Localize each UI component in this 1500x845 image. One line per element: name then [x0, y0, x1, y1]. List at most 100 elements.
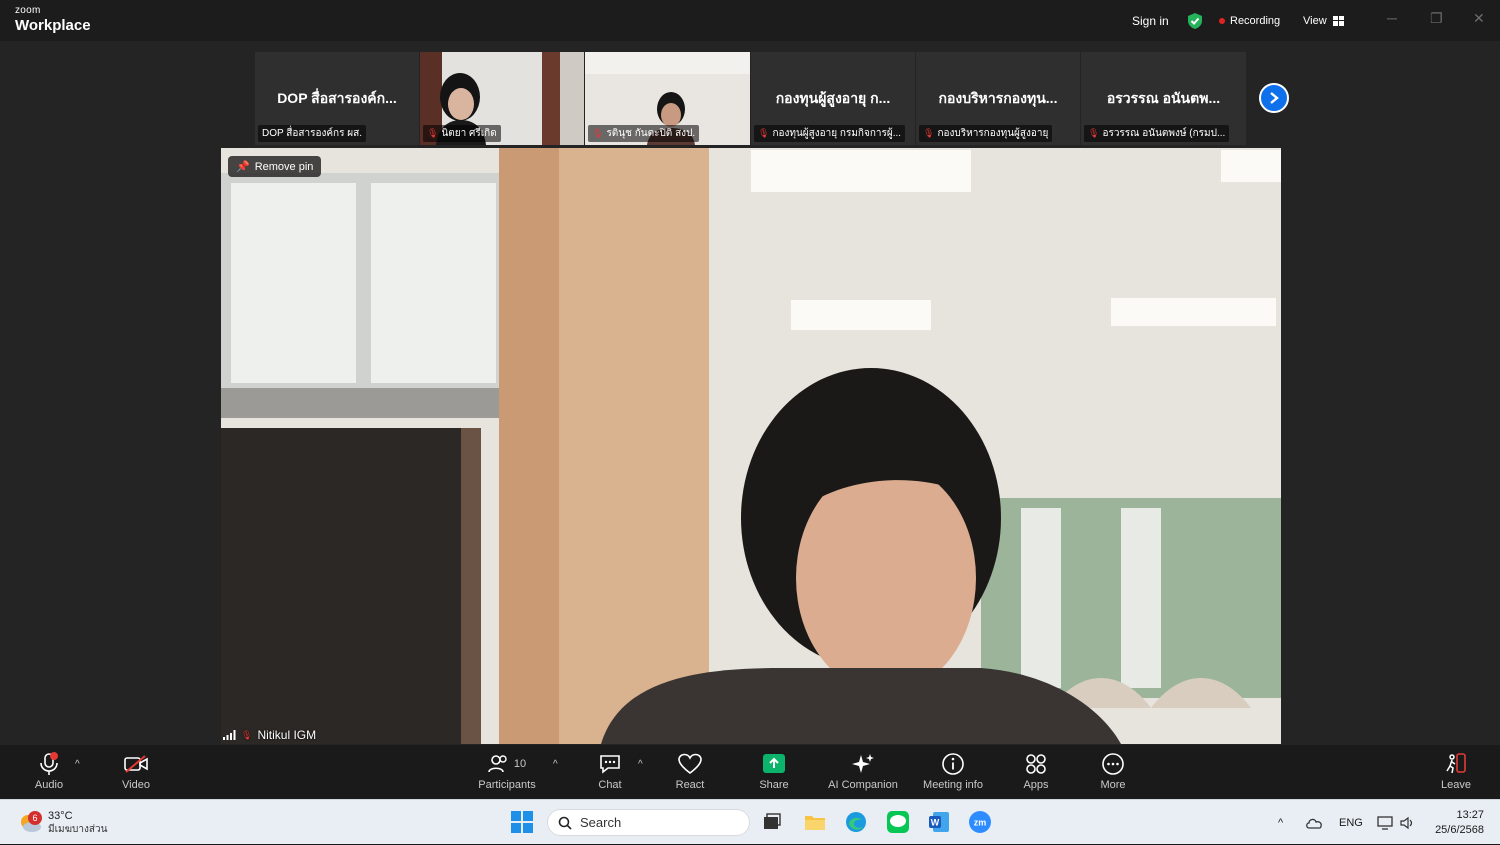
encryption-shield-icon[interactable] — [1186, 0, 1204, 41]
video-off-icon — [124, 755, 148, 773]
participants-count: 10 — [513, 758, 527, 770]
next-page-button[interactable] — [1259, 83, 1289, 113]
language-indicator[interactable]: ENG — [1339, 800, 1363, 845]
more-button[interactable]: More — [1078, 751, 1148, 791]
more-icon — [1102, 753, 1124, 775]
speaker-name-tag: 🎙 Nitikul IGM — [223, 728, 316, 742]
ai-companion-label: AI Companion — [828, 779, 898, 791]
participants-button[interactable]: 10 Participants — [472, 751, 542, 791]
thumbnail-name-label: 🎙 กองทุนผู้สูงอายุ กรมกิจการผู้... — [754, 125, 906, 142]
windows-start-icon[interactable] — [509, 809, 535, 835]
share-button[interactable]: Share — [739, 751, 809, 791]
temperature: 33°C — [48, 810, 73, 822]
logo-zoom-text: zoom — [15, 5, 41, 16]
main-video[interactable]: 📌 Remove pin 🎙 Nitikul IGM — [221, 148, 1281, 744]
participant-thumbnail[interactable]: 🎙 นิตยา ศรีเกิด — [420, 52, 584, 145]
audio-button[interactable]: Audio — [14, 751, 84, 791]
heart-icon — [678, 753, 702, 775]
react-label: React — [675, 779, 705, 791]
view-label: View — [1303, 14, 1327, 27]
weather-widget[interactable]: 6 33°C มีเมฆบางส่วน — [18, 806, 107, 837]
video-button[interactable]: Video — [101, 751, 171, 791]
participant-thumbnail[interactable]: 🎙 รตินุช กันตะปิติ สงป. — [585, 52, 750, 145]
title-bar: zoom Workplace Sign in Recording View ─ … — [0, 0, 1500, 41]
info-icon — [942, 753, 964, 775]
volume-icon[interactable] — [1400, 800, 1416, 845]
onedrive-sync-icon[interactable] — [1305, 800, 1323, 845]
share-screen-icon — [763, 754, 785, 773]
system-clock[interactable]: 13:27 25/6/2568 — [1428, 808, 1484, 838]
leave-button[interactable]: Leave — [1421, 751, 1491, 791]
share-label: Share — [759, 779, 789, 791]
grid-icon — [1332, 15, 1344, 26]
task-view-icon[interactable] — [759, 809, 785, 835]
meeting-toolbar: Audio ^ Video 10 Participants ^ Chat ^ R… — [0, 745, 1500, 799]
meeting-info-button[interactable]: Meeting info — [918, 751, 988, 791]
react-button[interactable]: React — [655, 751, 725, 791]
chat-button[interactable]: Chat — [575, 751, 645, 791]
mic-muted-icon: 🎙 — [592, 128, 604, 138]
remove-pin-label: Remove pin — [254, 160, 314, 173]
thumbnail-display-name: อรวรรณ อนันตพ... — [1106, 90, 1221, 106]
line-app-icon[interactable] — [885, 809, 911, 835]
weather-alert-badge: 6 — [28, 811, 42, 825]
restore-icon[interactable]: ❐ — [1430, 10, 1443, 27]
chat-options-caret-icon[interactable]: ^ — [638, 759, 643, 770]
participant-thumbnail[interactable]: กองบริหารกองทุน... 🎙 กองบริหารกองทุนผู้สู… — [916, 52, 1080, 145]
weather-description: มีเมฆบางส่วน — [48, 824, 108, 835]
search-placeholder: Search — [580, 815, 622, 830]
meeting-info-label: Meeting info — [923, 779, 983, 791]
participants-options-caret-icon[interactable]: ^ — [553, 759, 558, 770]
microphone-icon — [40, 752, 58, 775]
signal-strength-icon — [223, 730, 236, 740]
mic-muted-icon: 🎙 — [1088, 128, 1100, 138]
sparkle-icon — [852, 754, 874, 773]
participant-thumbnail[interactable]: อรวรรณ อนันตพ... 🎙 อรวรรณ อนันตพงษ์ (กรมป… — [1081, 52, 1246, 145]
edge-browser-icon[interactable] — [843, 809, 869, 835]
word-app-icon[interactable]: W — [926, 809, 952, 835]
speaker-name: Nitikul IGM — [257, 728, 317, 742]
search-icon — [558, 816, 572, 830]
file-explorer-icon[interactable] — [802, 809, 828, 835]
mic-muted-icon: 🎙 — [241, 729, 253, 740]
svg-text:zm: zm — [974, 818, 987, 828]
sign-in-button[interactable]: Sign in — [1132, 0, 1169, 41]
recording-indicator[interactable]: Recording — [1219, 0, 1280, 41]
thumbnail-name-label: DOP สื่อสารองค์กร ผส. — [258, 125, 366, 142]
chat-icon — [600, 755, 620, 774]
show-hidden-icons-chevron-icon[interactable]: ^ — [1278, 800, 1283, 845]
chevron-right-icon — [1270, 92, 1279, 104]
thumbnail-name-label: 🎙 อรวรรณ อนันตพงษ์ (กรมป... — [1084, 125, 1230, 142]
thumbnail-name-label: 🎙 รตินุช กันตะปิติ สงป. — [588, 125, 700, 142]
logo-workplace-text: Workplace — [15, 17, 91, 34]
zoom-logo: zoom Workplace — [15, 5, 91, 34]
svg-text:W: W — [931, 818, 940, 828]
zoom-app-icon[interactable]: zm — [967, 809, 993, 835]
ai-companion-button[interactable]: AI Companion — [820, 751, 906, 791]
video-label: Video — [122, 779, 150, 791]
apps-icon — [1026, 754, 1046, 774]
more-label: More — [1100, 779, 1126, 791]
leave-icon — [1446, 753, 1466, 774]
audio-label: Audio — [34, 779, 64, 791]
mic-muted-icon: 🎙 — [758, 128, 770, 138]
recording-label: Recording — [1230, 14, 1281, 27]
thumbnail-display-name: กองทุนผู้สูงอายุ ก... — [775, 90, 891, 106]
participants-label: Participants — [478, 779, 536, 791]
apps-button[interactable]: Apps — [1001, 751, 1071, 791]
audio-options-caret-icon[interactable]: ^ — [75, 759, 80, 770]
weather-sun-cloud-icon: 6 — [18, 806, 42, 834]
taskbar-search-input[interactable]: Search — [547, 809, 750, 836]
remove-pin-button[interactable]: 📌 Remove pin — [228, 156, 322, 177]
participants-icon — [488, 755, 507, 773]
participant-thumbnail[interactable]: กองทุนผู้สูงอายุ ก... 🎙 กองทุนผู้สูงอายุ … — [751, 52, 915, 145]
pin-icon: 📌 — [236, 161, 250, 173]
thumbnail-name-label: 🎙 กองบริหารกองทุนผู้สูงอายุ — [919, 125, 1053, 142]
close-icon[interactable]: ✕ — [1473, 10, 1485, 27]
network-icon[interactable] — [1377, 800, 1393, 845]
windows-taskbar: 6 33°C มีเมฆบางส่วน Search W zm ^ ENG 13… — [0, 799, 1500, 844]
minimize-icon[interactable]: ─ — [1387, 10, 1397, 26]
apps-label: Apps — [1023, 779, 1049, 791]
view-button[interactable]: View — [1303, 0, 1344, 41]
participant-thumbnail[interactable]: DOP สื่อสารองค์ก... DOP สื่อสารองค์กร ผส… — [255, 52, 419, 145]
